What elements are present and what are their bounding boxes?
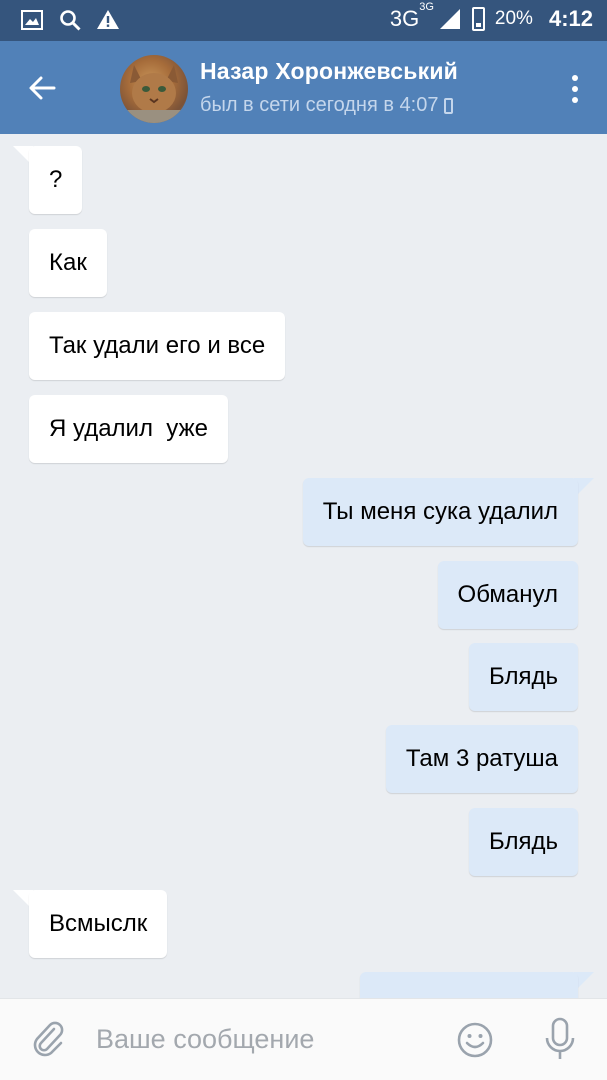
search-icon: [60, 10, 81, 31]
message-bubble-outgoing[interactable]: Блядь: [469, 643, 578, 711]
composer-bar: [0, 998, 607, 1080]
clock: 4:12: [548, 6, 593, 31]
battery-level: 20%: [494, 8, 533, 29]
message-bubble-outgoing[interactable]: Обманул: [437, 561, 578, 629]
microphone-icon[interactable]: [542, 1017, 578, 1061]
message-bubble-outgoing[interactable]: Ты меня сука удалил: [302, 478, 578, 546]
avatar[interactable]: [120, 55, 188, 123]
signal-icon: [439, 9, 460, 29]
message-list[interactable]: ? Как Так удали его и все Я удалил уже Т…: [0, 134, 607, 998]
status-bar: 3G3G 20% 4:12: [0, 0, 607, 41]
battery-icon: [471, 7, 485, 31]
cat-photo: [120, 65, 188, 123]
message-bubble-outgoing-partial[interactable]: [360, 972, 578, 998]
message-bubble-incoming[interactable]: Всмыслк: [29, 890, 168, 958]
message-bubble-outgoing[interactable]: Блядь: [469, 808, 578, 876]
more-options-button[interactable]: [565, 69, 585, 109]
mobile-phone-icon: [444, 97, 454, 114]
message-bubble-incoming[interactable]: Я удалил уже: [29, 395, 228, 463]
network-type: 3G3G: [389, 0, 434, 31]
menu-dot: [572, 97, 578, 103]
contact-name[interactable]: Назар Хоронжевський: [200, 58, 458, 85]
menu-dot: [572, 75, 578, 81]
back-button[interactable]: [22, 68, 62, 108]
attach-icon[interactable]: [28, 1019, 68, 1059]
message-input[interactable]: [96, 1017, 426, 1061]
menu-dot: [572, 86, 578, 92]
arrow-left-icon: [29, 76, 56, 100]
message-bubble-outgoing[interactable]: Там 3 ратуша: [385, 725, 578, 793]
message-bubble-incoming[interactable]: Как: [29, 229, 107, 297]
gallery-icon: [21, 10, 43, 30]
warning-icon: [97, 10, 119, 29]
last-seen-text: был в сети сегодня в 4:07: [200, 94, 439, 116]
message-bubble-incoming[interactable]: ?: [29, 146, 83, 214]
contact-status: был в сети сегодня в 4:07: [200, 94, 454, 117]
message-bubble-incoming[interactable]: Так удали его и все: [29, 312, 286, 380]
chat-header: Назар Хоронжевський был в сети сегодня в…: [0, 41, 607, 134]
emoji-icon[interactable]: [456, 1021, 494, 1059]
